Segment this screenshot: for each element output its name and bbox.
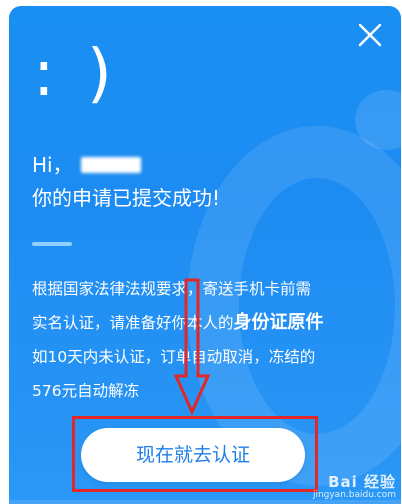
notice-line-1: 根据国家法律法规要求，寄送手机卡前需: [32, 280, 312, 298]
watermark: Bai 经验 jingyan.baidu.com: [312, 473, 396, 502]
greeting: Hi，: [32, 152, 141, 178]
close-icon: [358, 23, 382, 47]
success-headline: 你的申请已提交成功!: [32, 186, 221, 210]
accent-divider: [32, 242, 72, 246]
smiley-emoticon: : ): [33, 37, 118, 111]
id-card-emphasis: 身份证原件: [233, 312, 324, 333]
close-button[interactable]: [357, 22, 383, 48]
notice-line-4: 576元自动解冻: [32, 382, 140, 400]
watermark-url: jingyan.baidu.com: [312, 490, 396, 500]
down-arrow-annotation-icon: [173, 278, 211, 416]
watermark-brand: Bai 经验: [328, 473, 396, 491]
notice-line-3: 如10天内未认证，订单自动取消，冻结的: [32, 348, 316, 366]
verification-notice: 根据国家法律法规要求，寄送手机卡前需 实名认证，请准备好你本人的身份证原件 如1…: [32, 272, 392, 408]
redacted-username: [80, 157, 141, 173]
notice-line-2: 实名认证，请准备好你本人的身份证原件: [32, 306, 392, 340]
greeting-prefix: Hi，: [32, 153, 73, 177]
annotation-highlight-box: [72, 416, 318, 492]
